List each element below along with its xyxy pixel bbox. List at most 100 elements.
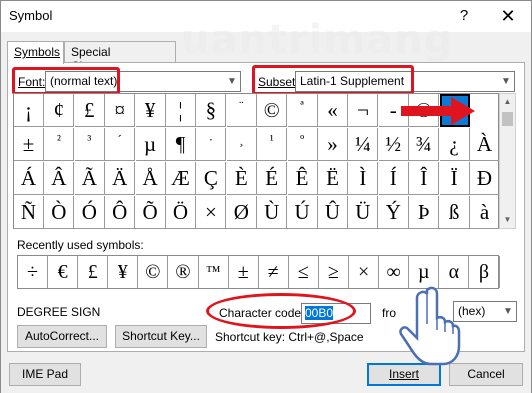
grid-scrollbar[interactable]: ▲ ▼ xyxy=(499,93,516,229)
symbol-cell[interactable]: ¬ xyxy=(348,94,379,127)
symbol-cell[interactable]: ½ xyxy=(378,128,409,161)
symbol-cell[interactable]: « xyxy=(318,94,348,127)
pointing-hand-icon xyxy=(399,286,461,366)
symbol-cell[interactable]: Ý xyxy=(378,196,409,229)
symbol-cell[interactable]: ¾ xyxy=(409,128,440,161)
symbol-cell[interactable]: ¢ xyxy=(44,94,75,127)
help-icon[interactable]: ? xyxy=(453,6,475,26)
recent-symbol-cell[interactable]: ® xyxy=(169,256,199,288)
recent-symbol-cell[interactable]: × xyxy=(349,256,380,288)
symbol-cell[interactable]: Å xyxy=(135,162,166,195)
watermark-logo: uantrimang xyxy=(181,17,454,63)
recent-symbol-cell[interactable]: ± xyxy=(229,256,259,288)
symbol-cell[interactable]: ¡ xyxy=(14,94,44,127)
symbol-cell[interactable]: Ç xyxy=(196,162,227,195)
cancel-button-label: Cancel xyxy=(467,367,505,381)
symbol-cell[interactable]: Ê xyxy=(287,162,318,195)
symbol-cell[interactable]: Ø xyxy=(226,196,257,229)
symbol-cell[interactable]: · xyxy=(196,128,227,161)
scroll-up-icon[interactable]: ▲ xyxy=(500,94,515,110)
shortcut-key-button-label: Shortcut Key... xyxy=(122,329,200,343)
symbol-cell[interactable]: ¿ xyxy=(439,128,470,161)
symbol-cell[interactable]: Ã xyxy=(74,162,105,195)
symbol-cell[interactable]: º xyxy=(287,128,318,161)
recent-symbol-cell[interactable]: ¥ xyxy=(108,256,139,288)
chevron-down-icon: ▼ xyxy=(499,302,516,321)
symbol-cell[interactable]: ¹ xyxy=(257,128,288,161)
symbol-cell[interactable]: Á xyxy=(14,162,44,195)
symbol-cell[interactable]: § xyxy=(196,94,227,127)
symbol-cell[interactable]: Ò xyxy=(44,196,75,229)
tab-special-characters[interactable]: Special Characters xyxy=(64,41,176,73)
symbol-cell[interactable]: » xyxy=(318,128,348,161)
symbol-cell[interactable]: £ xyxy=(74,94,105,127)
symbol-cell[interactable]: À xyxy=(470,128,500,161)
symbol-cell[interactable]: È xyxy=(226,162,257,195)
symbol-cell[interactable]: Ì xyxy=(348,162,379,195)
symbol-cell[interactable]: Â xyxy=(44,162,75,195)
symbol-dialog: Symbol ? ✕ uantrimang Symbols Special Ch… xyxy=(0,0,532,393)
recent-symbol-cell[interactable]: ™ xyxy=(199,256,229,288)
symbol-cell[interactable]: Û xyxy=(318,196,348,229)
symbol-cell[interactable]: à xyxy=(470,196,500,229)
symbol-cell[interactable]: Ö xyxy=(166,196,196,229)
from-select[interactable]: (hex) ▼ xyxy=(453,301,517,322)
recent-symbol-cell[interactable]: ÷ xyxy=(18,256,48,288)
symbol-cell[interactable]: Í xyxy=(378,162,409,195)
symbol-cell[interactable]: Ï xyxy=(439,162,470,195)
symbol-cell[interactable]: Õ xyxy=(135,196,166,229)
scroll-down-icon[interactable]: ▼ xyxy=(500,212,515,228)
symbol-cell[interactable]: Þ xyxy=(409,196,440,229)
symbol-cell[interactable]: ¤ xyxy=(105,94,136,127)
symbol-cell[interactable]: Ä xyxy=(105,162,136,195)
symbol-cell[interactable]: Ú xyxy=(287,196,318,229)
recent-symbol-cell[interactable]: © xyxy=(138,256,169,288)
scroll-thumb[interactable] xyxy=(502,112,513,126)
tab-symbols[interactable]: Symbols xyxy=(7,41,64,64)
symbol-cell[interactable]: Î xyxy=(409,162,440,195)
symbol-cell[interactable]: ¸ xyxy=(226,128,257,161)
recent-symbol-cell[interactable]: ≤ xyxy=(289,256,319,288)
autocorrect-button[interactable]: AutoCorrect... xyxy=(17,325,107,348)
symbol-cell[interactable]: ¥ xyxy=(135,94,166,127)
symbol-cell[interactable]: Ù xyxy=(257,196,288,229)
symbol-cell[interactable]: Æ xyxy=(166,162,196,195)
shortcut-key-button[interactable]: Shortcut Key... xyxy=(115,325,207,348)
symbol-cell[interactable]: ² xyxy=(44,128,75,161)
dialog-title: Symbol xyxy=(9,8,53,23)
symbol-cell[interactable]: ¦ xyxy=(166,94,196,127)
symbol-cell[interactable]: Ñ xyxy=(14,196,44,229)
recent-label: Recently used symbols: xyxy=(17,238,144,252)
symbol-cell[interactable]: µ xyxy=(135,128,166,161)
symbol-cell[interactable]: ± xyxy=(14,128,44,161)
symbol-cell[interactable]: Ó xyxy=(74,196,105,229)
symbol-cell[interactable]: Ô xyxy=(105,196,136,229)
recent-symbol-cell[interactable]: £ xyxy=(78,256,109,288)
ime-pad-button[interactable]: IME Pad xyxy=(9,363,81,386)
symbol-grid-row: Ñ Ò Ó Ô Õ Ö × Ø Ù Ú Û Ü Ý Þß à xyxy=(14,196,500,230)
annotation-arrow-icon xyxy=(401,97,475,125)
symbol-cell[interactable]: ³ xyxy=(74,128,105,161)
recent-symbol-cell[interactable]: ≠ xyxy=(259,256,289,288)
recent-symbol-cell[interactable]: ≥ xyxy=(319,256,349,288)
symbol-cell[interactable]: ¨ xyxy=(226,94,257,127)
symbol-cell[interactable]: ß xyxy=(439,196,470,229)
symbol-cell[interactable]: × xyxy=(196,196,227,229)
from-select-value: (hex) xyxy=(458,304,486,318)
symbol-cell[interactable]: © xyxy=(257,94,288,127)
symbol-cell[interactable]: ¶ xyxy=(166,128,196,161)
symbol-cell[interactable]: Ü xyxy=(348,196,379,229)
symbol-cell[interactable]: ª xyxy=(287,94,318,127)
chevron-down-icon: ▼ xyxy=(497,72,514,91)
close-icon[interactable]: ✕ xyxy=(497,6,519,26)
recent-symbol-cell[interactable]: € xyxy=(48,256,79,288)
symbol-cell[interactable]: Ë xyxy=(318,162,348,195)
symbol-cell[interactable]: Ð xyxy=(470,162,500,195)
symbol-cell[interactable]: ¼ xyxy=(348,128,379,161)
symbol-cell[interactable]: ´ xyxy=(105,128,136,161)
from-label: fro xyxy=(382,306,397,320)
symbol-cell[interactable]: É xyxy=(257,162,288,195)
recent-symbol-cell[interactable]: β xyxy=(470,256,500,288)
symbol-grid-row: ÁÂÃÄÅÆÇÈÉÊËÌÍÎÏÐ xyxy=(14,162,500,196)
insert-button-label: Insert xyxy=(388,367,419,381)
